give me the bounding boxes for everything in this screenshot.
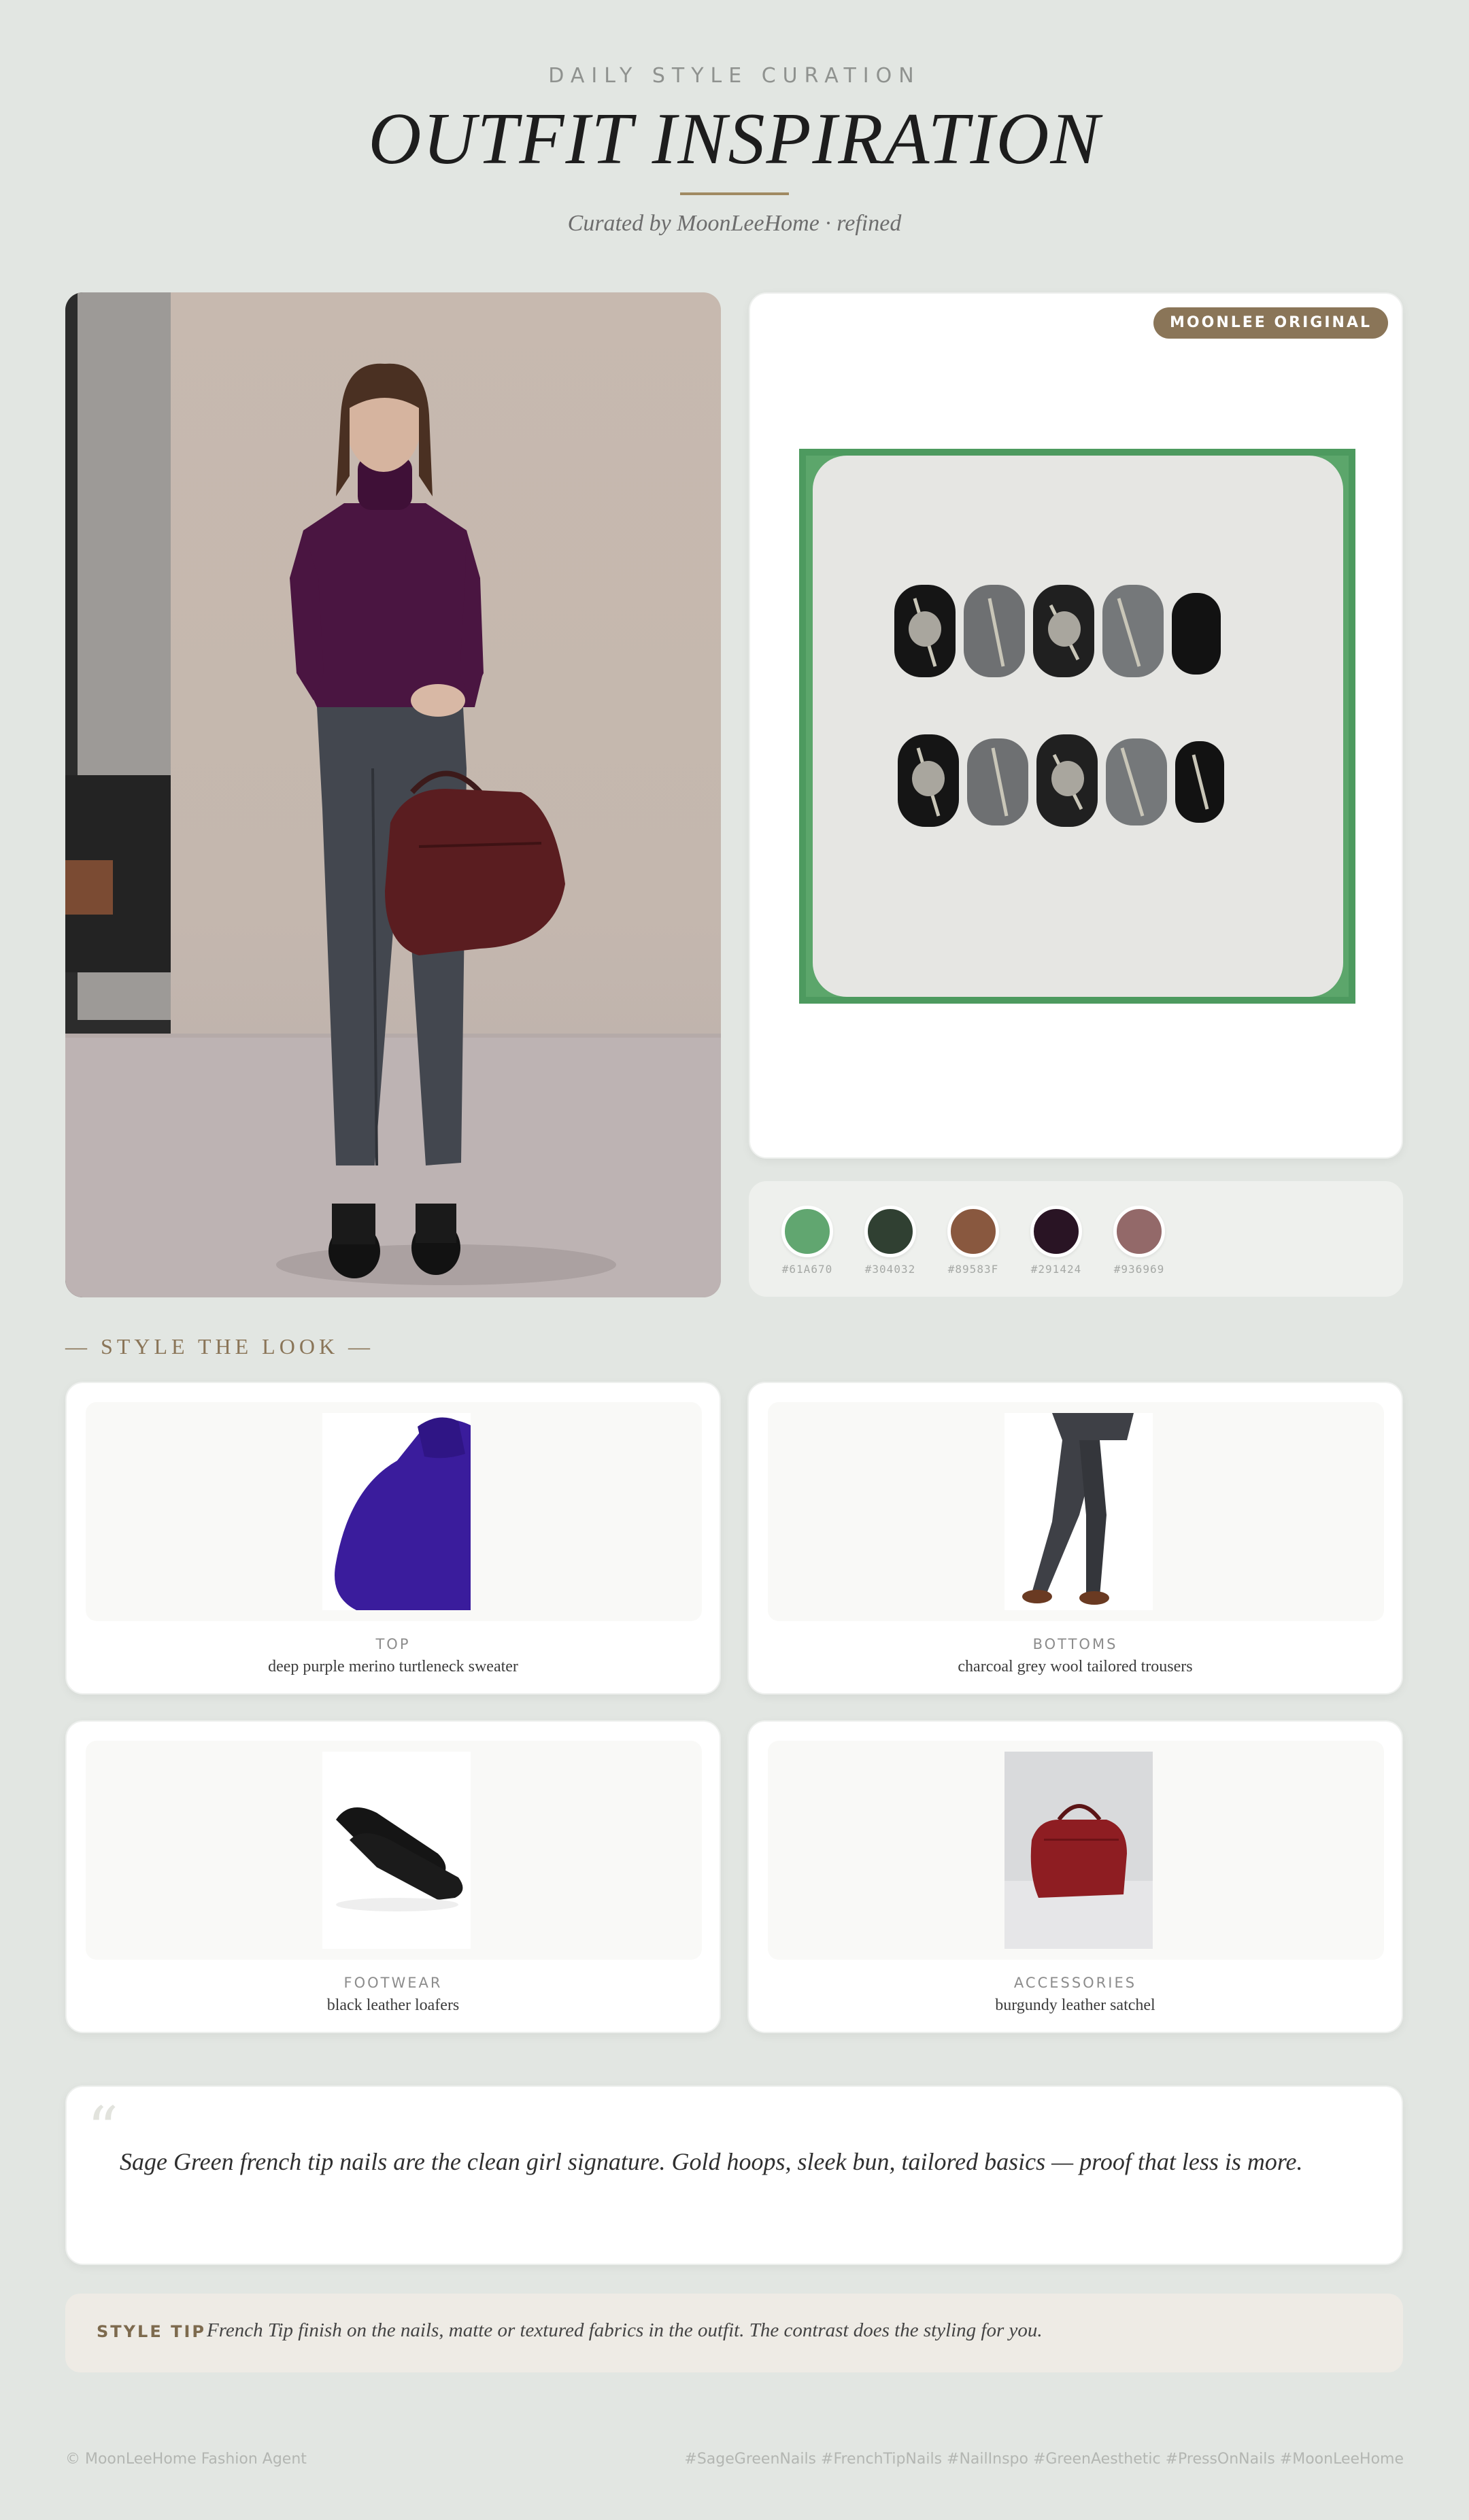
title-divider	[680, 192, 789, 195]
trousers-image	[1004, 1413, 1153, 1610]
item-card-top[interactable]: TOP deep purple merino turtleneck sweate…	[65, 1382, 721, 1695]
swatch-4[interactable]	[1030, 1206, 1082, 1257]
sweater-image	[322, 1413, 471, 1610]
quote-mark-icon: “	[87, 2094, 119, 2165]
item-description: deep purple merino turtleneck sweater	[268, 1658, 518, 1675]
page-header: DAILY STYLE CURATION OUTFIT INSPIRATION …	[0, 0, 1469, 272]
press-on-nails-photo	[799, 449, 1355, 1004]
quote-text: Sage Green french tip nails are the clea…	[120, 2148, 1303, 2175]
item-category: ACCESSORIES	[1013, 1975, 1137, 1991]
item-card-bottoms[interactable]: BOTTOMS charcoal grey wool tailored trou…	[747, 1382, 1403, 1695]
nail-product-card: MOONLEE ORIGINAL	[749, 292, 1403, 1159]
item-card-footwear[interactable]: FOOTWEAR black leather loafers	[65, 1720, 721, 2033]
swatch-2-hex: #304032	[864, 1263, 916, 1276]
color-palette: #61A670 #304032 #89583F #291424 #936969	[749, 1181, 1403, 1297]
item-image-area	[86, 1402, 702, 1621]
style-tip-label: STYLE TIP	[97, 2322, 206, 2341]
footer-hashtags[interactable]: #SageGreenNails #FrenchTipNails #NailIns…	[684, 2451, 1404, 2468]
page-title: OUTFIT INSPIRATION	[368, 99, 1101, 180]
outfit-hero-photo	[65, 292, 721, 1297]
item-description: charcoal grey wool tailored trousers	[958, 1658, 1193, 1675]
quote-card: “ Sage Green french tip nails are the cl…	[65, 2085, 1403, 2265]
swatch-2[interactable]	[864, 1206, 916, 1257]
model-illustration	[65, 292, 721, 1297]
item-image-area	[768, 1741, 1384, 1960]
item-description: burgundy leather satchel	[995, 1996, 1155, 2014]
page-subtitle: Curated by MoonLeeHome · refined	[567, 211, 902, 236]
swatch-3[interactable]	[947, 1206, 999, 1257]
swatch-4-hex: #291424	[1030, 1263, 1082, 1276]
footer-copyright: © MoonLeeHome Fashion Agent	[65, 2451, 307, 2468]
original-badge: MOONLEE ORIGINAL	[1153, 307, 1388, 339]
swatch-5[interactable]	[1113, 1206, 1165, 1257]
style-tip-card: STYLE TIP French Tip finish on the nails…	[65, 2294, 1403, 2372]
item-category: TOP	[375, 1636, 411, 1652]
swatch-1[interactable]	[781, 1206, 833, 1257]
style-the-look-heading: — STYLE THE LOOK —	[65, 1334, 375, 1359]
item-image-area	[86, 1741, 702, 1960]
item-category: BOTTOMS	[1032, 1636, 1118, 1652]
loafers-image	[322, 1752, 471, 1949]
swatch-5-hex: #936969	[1113, 1263, 1165, 1276]
item-description: black leather loafers	[326, 1996, 460, 2014]
style-tip-text: French Tip finish on the nails, matte or…	[207, 2319, 1043, 2341]
item-card-accessories[interactable]: ACCESSORIES burgundy leather satchel	[747, 1720, 1403, 2033]
swatch-1-hex: #61A670	[781, 1263, 833, 1276]
swatch-3-hex: #89583F	[947, 1263, 999, 1276]
satchel-image	[1004, 1752, 1153, 1949]
item-image-area	[768, 1402, 1384, 1621]
eyebrow-text: DAILY STYLE CURATION	[548, 64, 921, 88]
item-category: FOOTWEAR	[343, 1975, 443, 1991]
